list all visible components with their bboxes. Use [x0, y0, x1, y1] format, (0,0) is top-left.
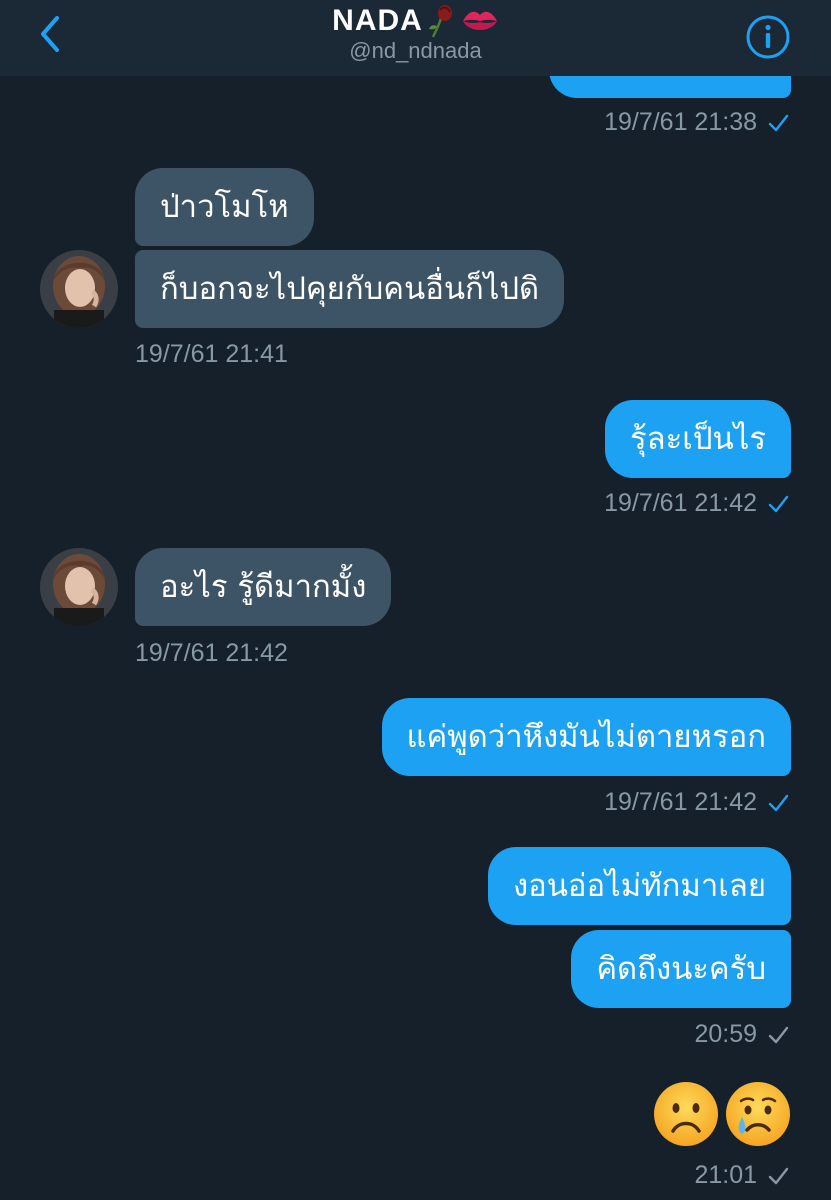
sent-check-icon	[768, 1167, 789, 1184]
message-timestamp: 19/7/61 21:38	[604, 108, 789, 137]
sent-check-icon	[768, 1026, 789, 1043]
message-timestamp: 19/7/61 21:42	[604, 489, 789, 518]
timestamp-text: 19/7/61 21:42	[604, 788, 757, 816]
conversation-title: NADA	[332, 4, 499, 38]
message-bubble-outgoing[interactable]: งอนอ่อไม่ทักมาเลย	[487, 847, 791, 925]
message-bubble-incoming[interactable]: ก็บอกจะไปคุยกับคนอื่นก็ไปดิ	[135, 250, 565, 328]
info-icon	[746, 15, 790, 59]
message-timestamp: 19/7/61 21:42	[135, 639, 288, 668]
message-emoji-outgoing[interactable]	[653, 1081, 791, 1147]
message-timestamp: 21:01	[694, 1161, 789, 1190]
message-timestamp: 20:59	[694, 1020, 789, 1049]
contact-avatar[interactable]	[40, 548, 118, 626]
contact-handle: @nd_ndnada	[349, 38, 482, 63]
conversation-title-block[interactable]: NADA @nd_ndnada	[0, 4, 831, 64]
timestamp-text: 19/7/61 21:42	[604, 489, 757, 517]
timestamp-text: 20:59	[694, 1020, 757, 1048]
wilted-rose-emoji	[427, 4, 457, 38]
frowning-face-emoji	[654, 1082, 718, 1146]
message-bubble-incoming[interactable]: อะไร รู้ดีมากมั้ง	[135, 548, 392, 626]
timestamp-text: 19/7/61 21:38	[604, 108, 757, 136]
read-check-icon	[768, 114, 789, 131]
kiss-mark-emoji	[461, 6, 499, 36]
conversation-info-button[interactable]	[745, 14, 791, 60]
crying-face-emoji	[726, 1082, 790, 1146]
message-timestamp: 19/7/61 21:42	[604, 788, 789, 817]
timestamp-text: 19/7/61 21:42	[135, 639, 288, 667]
timestamp-text: 19/7/61 21:41	[135, 340, 288, 368]
read-check-icon	[768, 495, 789, 512]
message-bubble-outgoing[interactable]: แค่พูดว่าหึงมันไม่ตายหรอก	[381, 698, 791, 776]
message-bubble-outgoing[interactable]: คิดถึงนะครับ	[571, 930, 791, 1008]
contact-avatar[interactable]	[40, 250, 118, 328]
message-timestamp: 19/7/61 21:41	[135, 340, 288, 369]
timestamp-text: 21:01	[694, 1161, 757, 1189]
read-check-icon	[768, 794, 789, 811]
message-bubble-outgoing[interactable]: รุ้ละเป็นไร	[604, 400, 791, 478]
message-bubble-incoming[interactable]: ป่าวโมโห	[135, 168, 314, 246]
dm-conversation-screen: NADA @nd_ndnada 19/7/61 21:38 ป่าวโมโห ก…	[0, 0, 831, 1200]
conversation-header: NADA @nd_ndnada	[0, 0, 831, 76]
contact-name: NADA	[332, 4, 423, 37]
